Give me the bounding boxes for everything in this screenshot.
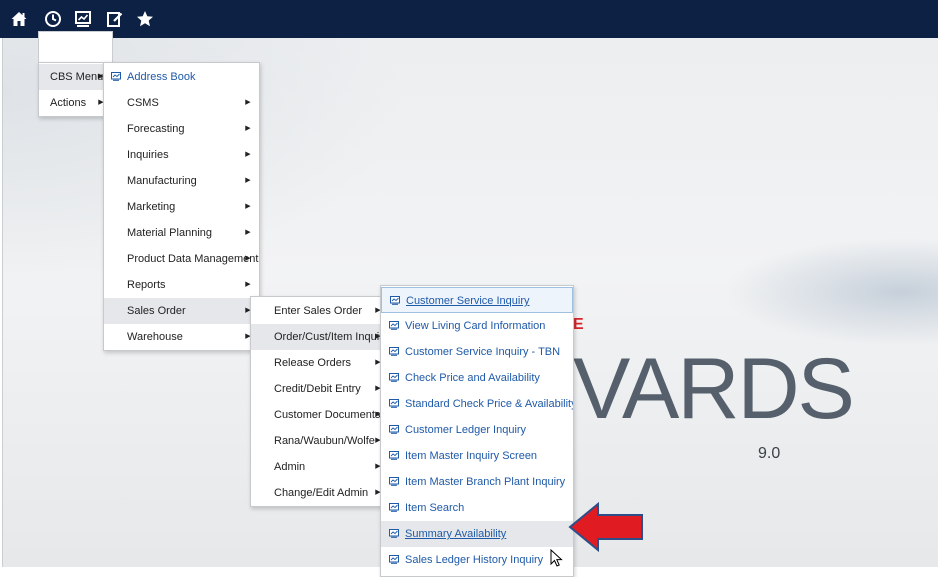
app-icon [389,529,399,538]
menu-item-customer-service-inquiry-tbn[interactable]: Customer Service Inquiry - TBN [381,339,573,365]
menu-item-csms[interactable]: CSMS ▶ [104,90,259,116]
menu-item-view-living-card-information[interactable]: View Living Card Information [381,313,573,339]
menu-item-sales-order[interactable]: Sales Order ▶ [104,298,259,324]
menu-item-forecasting[interactable]: Forecasting ▶ [104,116,259,142]
menu-tab-header [38,31,113,63]
menu-item-credit-debit-entry[interactable]: Credit/Debit Entry ▶ [251,376,386,402]
menu-item-item-master-branch-plant-inquiry[interactable]: Item Master Branch Plant Inquiry [381,469,573,495]
app-icon [389,399,399,408]
menu-item-reports[interactable]: Reports ▶ [104,272,259,298]
chevron-right-icon: ▶ [245,281,251,288]
brand-fragment: E [573,316,584,333]
menu-item-customer-documents[interactable]: Customer Documents ▶ [251,402,386,428]
chevron-right-icon: ▶ [245,151,251,158]
menu-item-inquiries[interactable]: Inquiries ▶ [104,142,259,168]
menu-item-order-cust-item-inquiry[interactable]: Order/Cust/Item Inquiry ▶ [251,324,386,350]
root-menu: CBS Menu ▶ Actions ▶ [38,62,113,117]
menu-item-item-search[interactable]: Item Search [381,495,573,521]
product-version: 9.0 [758,445,781,462]
menu-item-marketing[interactable]: Marketing ▶ [104,194,259,220]
menu-item-check-price-and-availability[interactable]: Check Price and Availability [381,365,573,391]
menu-item-admin[interactable]: Admin ▶ [251,454,386,480]
chevron-right-icon: ▶ [245,203,251,210]
mouse-pointer-icon [550,549,563,567]
menu-item-customer-ledger-inquiry[interactable]: Customer Ledger Inquiry [381,417,573,443]
menu-item-manufacturing[interactable]: Manufacturing ▶ [104,168,259,194]
menu-item-material-planning[interactable]: Material Planning ▶ [104,220,259,246]
chevron-right-icon: ▶ [245,125,251,132]
cbs-submenu: Address Book CSMS ▶ Forecasting ▶ Inquir… [103,62,260,351]
edit-icon[interactable] [104,8,126,30]
menu-item-customer-service-inquiry[interactable]: Customer Service Inquiry [381,287,573,313]
app-icon [389,503,399,512]
app-icon [389,425,399,434]
menu-item-cbs-menu[interactable]: CBS Menu ▶ [39,64,112,90]
annotation-arrow-icon [568,502,643,552]
app-icon [390,296,400,305]
menu-item-change-edit-admin[interactable]: Change/Edit Admin ▶ [251,480,386,506]
app-icon [389,347,399,356]
app-icon [389,373,399,382]
menu-item-rana-waubun-wolfe[interactable]: Rana/Waubun/Wolfe ▶ [251,428,386,454]
home-icon[interactable] [8,8,30,30]
chevron-right-icon: ▶ [245,255,251,262]
app-icon [389,321,399,330]
app-icon [389,555,399,564]
sales-order-submenu: Enter Sales Order ▶ Order/Cust/Item Inqu… [250,296,387,507]
chevron-right-icon: ▶ [245,99,251,106]
menu-item-enter-sales-order[interactable]: Enter Sales Order ▶ [251,298,386,324]
app-icon [389,477,399,486]
menu-item-standard-check-price-availability[interactable]: Standard Check Price & Availability [381,391,573,417]
product-name: VARDS [573,341,855,437]
menu-item-summary-availability[interactable]: Summary Availability [381,521,573,547]
inquiry-submenu: Customer Service Inquiry View Living Car… [380,285,574,577]
clock-icon[interactable] [42,8,64,30]
menu-item-actions[interactable]: Actions ▶ [39,90,112,116]
app-icon [389,451,399,460]
menu-item-product-data-management[interactable]: Product Data Management ▶ [104,246,259,272]
menu-item-address-book[interactable]: Address Book [104,64,259,90]
app-icon [111,72,121,81]
menu-item-warehouse[interactable]: Warehouse ▶ [104,324,259,350]
chart-monitor-icon[interactable] [72,8,94,30]
star-icon[interactable] [134,8,156,30]
menu-item-sales-ledger-history-inquiry[interactable]: Sales Ledger History Inquiry [381,547,573,573]
menu-item-release-orders[interactable]: Release Orders ▶ [251,350,386,376]
top-toolbar [0,0,938,38]
chevron-right-icon: ▶ [245,177,251,184]
menu-item-item-master-inquiry-screen[interactable]: Item Master Inquiry Screen [381,443,573,469]
chevron-right-icon: ▶ [245,229,251,236]
